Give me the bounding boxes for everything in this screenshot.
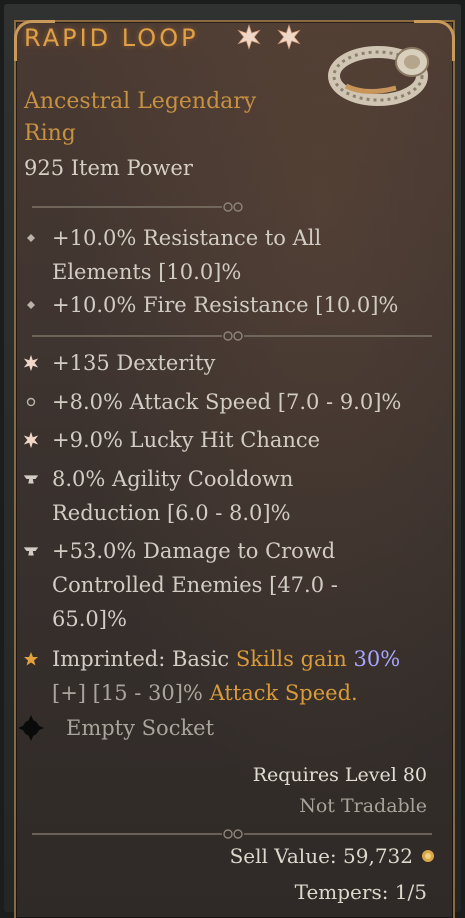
affix-text: +53.0% Damage to Crowd <box>52 539 336 563</box>
diamond-bullet-icon <box>27 301 35 309</box>
aspect-stat: Attack Speed. <box>209 681 358 705</box>
greater-affix-star-icon <box>237 24 261 50</box>
sell-value-text: Sell Value: 59,732 <box>229 844 413 868</box>
tempers-count: Tempers: 1/5 <box>294 880 427 904</box>
greater-affix: +9.0% Lucky Hit Chance <box>22 423 422 457</box>
implicit-affix: +10.0% Resistance to All Elements [10.0]… <box>22 221 422 289</box>
aspect-range: [+] [15 - 30]% <box>52 681 210 705</box>
level-requirement: Requires Level 80 <box>252 764 427 786</box>
item-rarity: Ancestral Legendary <box>24 89 257 114</box>
item-name: RAPID LOOP <box>24 24 199 52</box>
affix-text: Reduction [6.0 - 8.0]% <box>52 501 291 525</box>
section-divider <box>22 199 422 215</box>
ring-item-icon <box>328 46 429 106</box>
affix-text: Controlled Enemies [47.0 - <box>52 573 338 597</box>
anvil-icon <box>23 547 39 556</box>
affix: +8.0% Attack Speed [7.0 - 9.0]% <box>22 385 422 419</box>
aspect-star-icon <box>24 652 38 666</box>
affix-text: +135 Dexterity <box>52 351 216 375</box>
sell-value: Sell Value: 59,732 <box>230 844 435 868</box>
empty-socket-icon <box>18 715 44 741</box>
greater-affix-star-icon <box>23 354 39 372</box>
greater-affix-star-icon <box>23 431 39 449</box>
tradable-status: Not Tradable <box>299 795 427 817</box>
item-slot: Ring <box>24 121 76 146</box>
aspect-text-line2: [+] [15 - 30]% Attack Speed. <box>52 676 422 710</box>
socket-row: Empty Socket <box>18 711 422 745</box>
socket-text: Empty Socket <box>66 716 215 740</box>
affix-text: +10.0% Fire Resistance [10.0]% <box>52 293 399 317</box>
anvil-icon <box>23 475 39 484</box>
affix-text: Elements [10.0]% <box>52 260 242 284</box>
imprinted-aspect: Imprinted: Basic Skills gain 30% [+] [15… <box>22 642 422 710</box>
diamond-bullet-icon <box>27 234 35 242</box>
aspect-skills: Skills gain <box>235 647 354 671</box>
section-divider <box>22 826 432 842</box>
affix-text: +9.0% Lucky Hit Chance <box>52 428 321 452</box>
item-power: 925 Item Power <box>24 156 193 180</box>
greater-affix-stars <box>236 24 302 50</box>
tempered-affix: +53.0% Damage to Crowd Controlled Enemie… <box>22 534 422 636</box>
section-divider <box>22 328 432 344</box>
aspect-prefix: Imprinted: Basic <box>52 647 236 671</box>
affix-text: +10.0% Resistance to All <box>52 226 322 250</box>
affix-text: 8.0% Agility Cooldown <box>52 467 294 491</box>
aspect-text: Imprinted: Basic Skills gain 30% <box>52 642 422 676</box>
greater-affix: +135 Dexterity <box>22 346 422 380</box>
affix-text: +8.0% Attack Speed [7.0 - 9.0]% <box>52 390 402 414</box>
gold-coin-icon <box>422 850 434 862</box>
item-type: Ancestral Legendary Ring <box>24 86 284 150</box>
greater-affix-star-icon <box>277 24 301 50</box>
aspect-value: 30% <box>353 647 401 671</box>
tempered-affix: 8.0% Agility Cooldown Reduction [6.0 - 8… <box>22 462 422 530</box>
implicit-affix: +10.0% Fire Resistance [10.0]% <box>22 288 422 322</box>
circle-bullet-icon <box>26 397 36 407</box>
affix-text: 65.0]% <box>52 607 127 631</box>
